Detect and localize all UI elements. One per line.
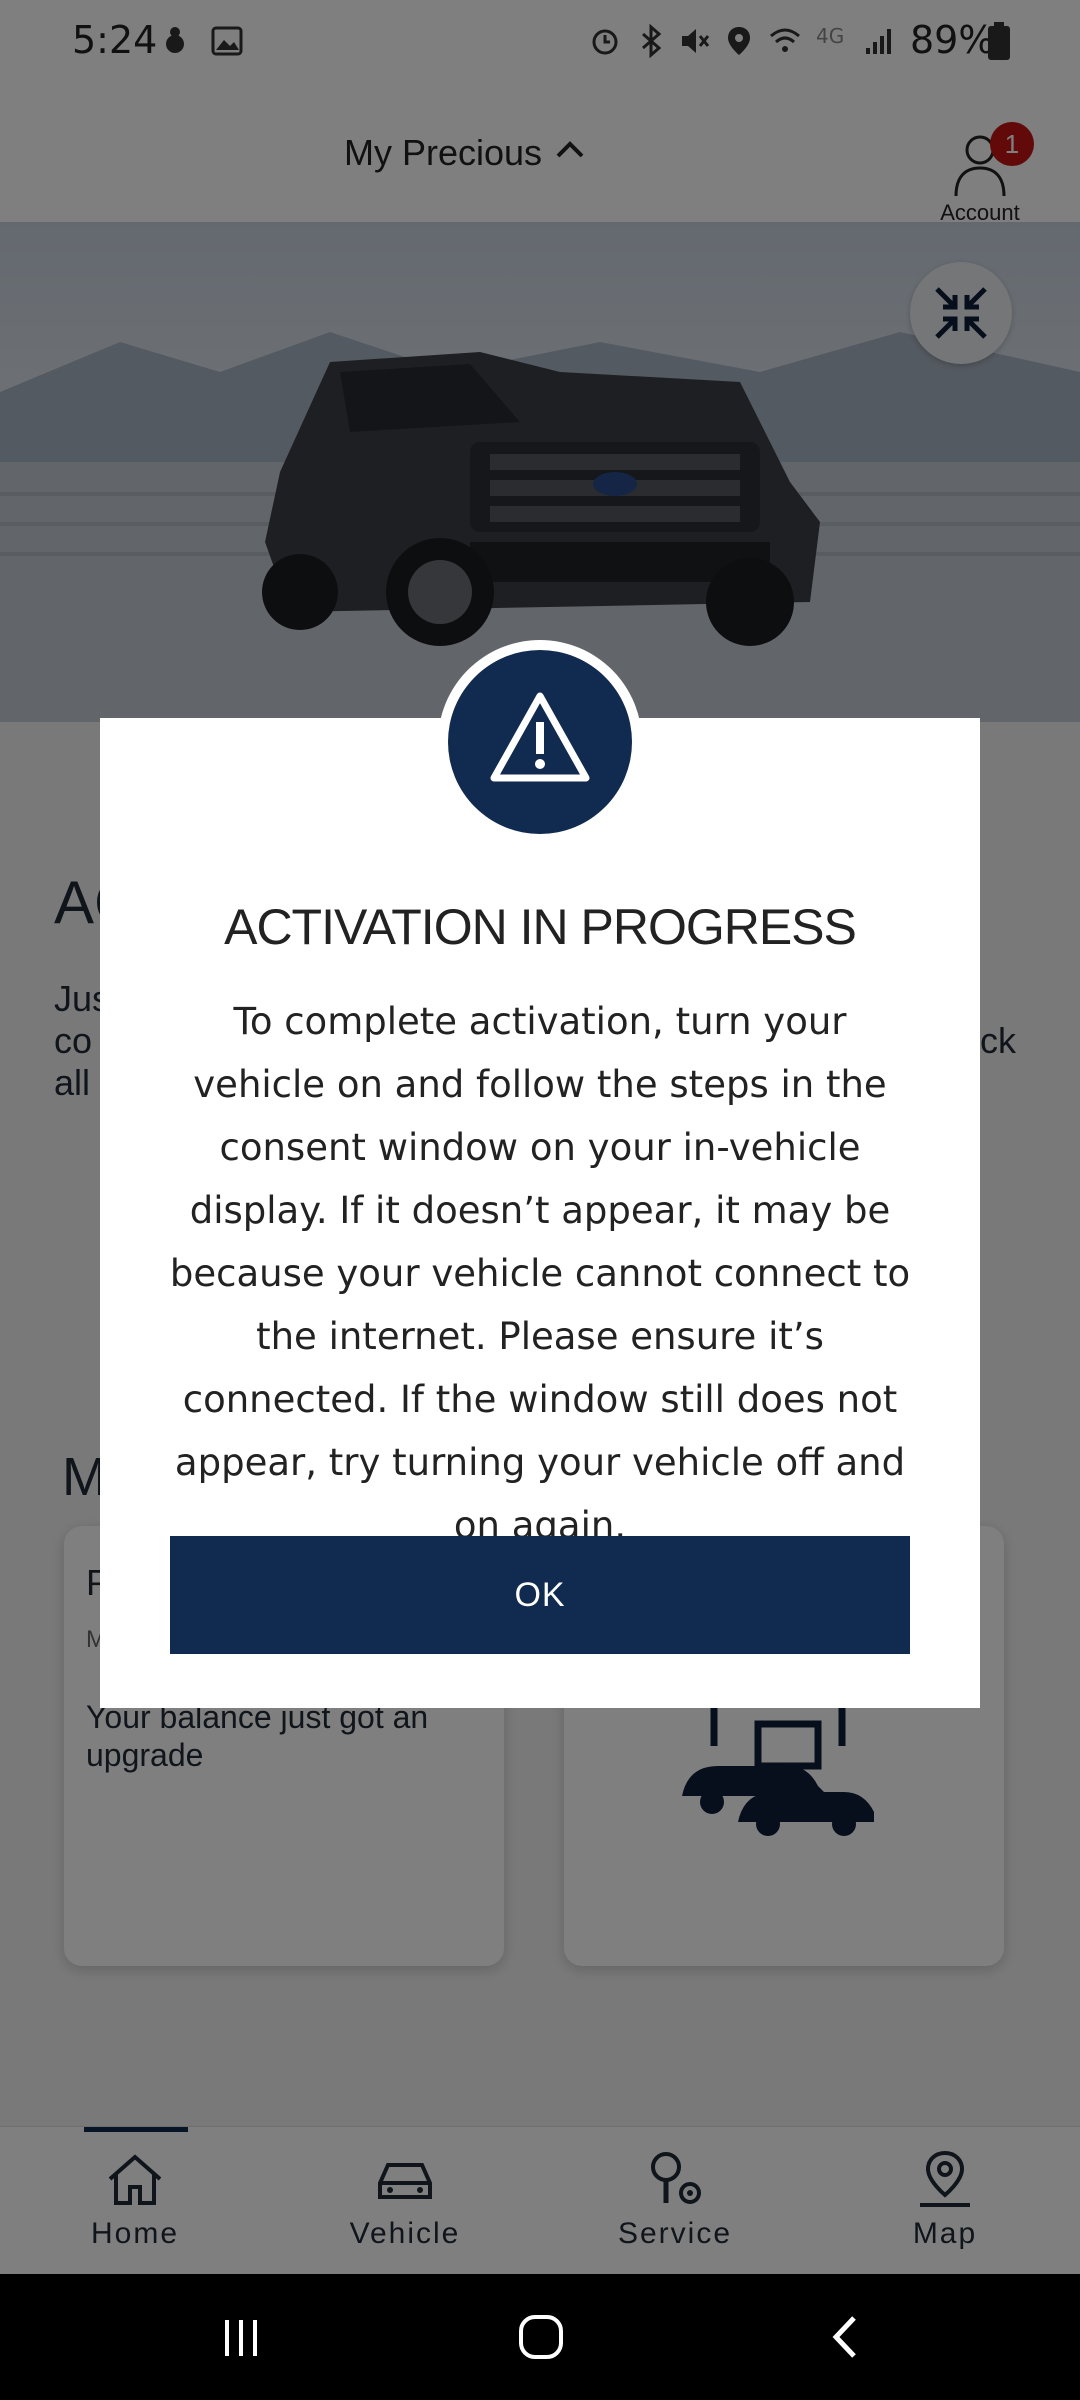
recents-icon xyxy=(225,2320,257,2356)
dialog-title: ACTIVATION IN PROGRESS xyxy=(224,899,857,955)
home-circle-icon xyxy=(519,2315,563,2359)
dialog-icon-circle xyxy=(448,650,632,834)
home-system-button[interactable] xyxy=(496,2304,586,2370)
system-nav-bar xyxy=(0,2274,1080,2400)
recents-button[interactable] xyxy=(196,2304,286,2370)
back-icon xyxy=(832,2316,856,2358)
back-button[interactable] xyxy=(800,2304,890,2370)
ok-button[interactable]: OK xyxy=(170,1536,910,1654)
warning-icon xyxy=(490,692,590,782)
dialog-message: To complete activation, turn your vehicl… xyxy=(169,1000,911,1547)
